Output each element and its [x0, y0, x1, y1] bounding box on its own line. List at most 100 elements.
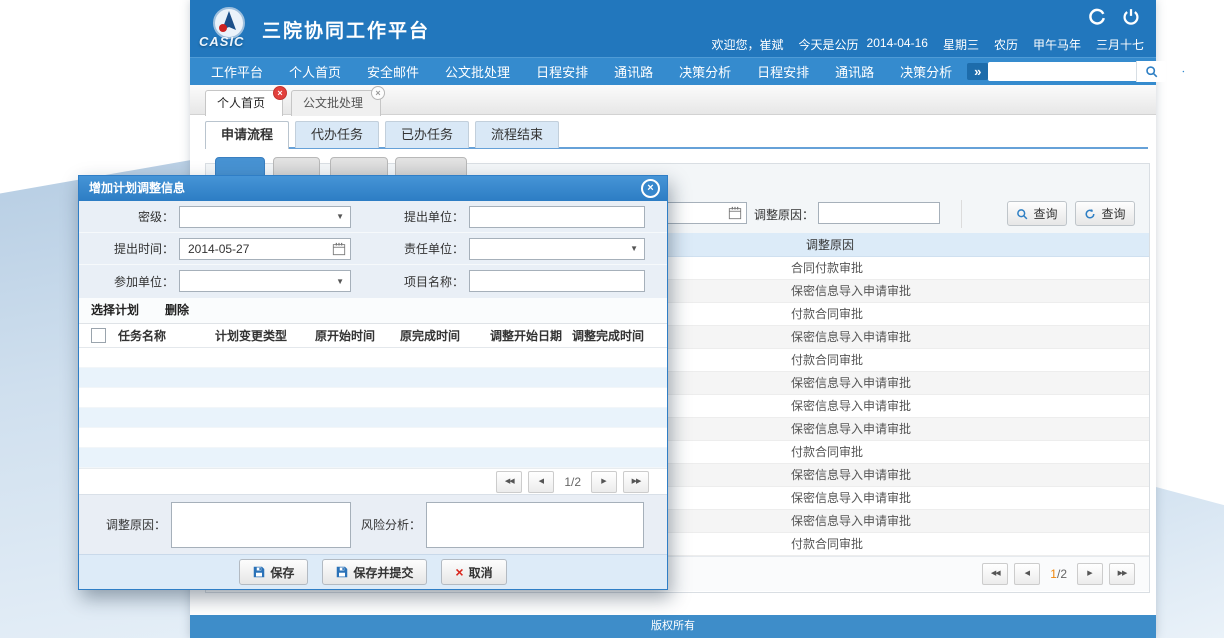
first-page-button[interactable]: ◀◀ — [496, 471, 522, 493]
adjust-reason-textarea[interactable] — [171, 502, 351, 548]
nav-item[interactable]: 日程安排 — [744, 62, 822, 81]
nav-item[interactable]: 决策分析 — [887, 62, 965, 81]
dialog-title: 增加计划调整信息 — [89, 176, 185, 201]
calendar-icon[interactable] — [332, 242, 346, 256]
chevron-down-icon: ▼ — [336, 277, 350, 286]
lunar-label: 农历 — [994, 36, 1018, 53]
refresh-icon[interactable] — [1088, 8, 1106, 26]
nav-item[interactable]: 公文批处理 — [432, 62, 523, 81]
search-button[interactable] — [1136, 61, 1166, 82]
app-title: 三院协同工作平台 — [262, 16, 430, 43]
page: CASIC 三院协同工作平台 欢迎您，崔斌 今天是公历 2014-04-16 星… — [0, 0, 1224, 638]
chevron-down-icon: ▼ — [336, 212, 350, 221]
plan-column-header: 计划变更类型 — [215, 327, 315, 344]
save-button[interactable]: 保存 — [239, 559, 308, 585]
nav-search — [988, 61, 1166, 82]
calendar-icon[interactable] — [728, 206, 742, 220]
nav-more-button[interactable]: » — [967, 63, 988, 80]
risk-analysis-textarea[interactable] — [426, 502, 644, 548]
plan-empty-row — [79, 408, 667, 428]
last-page-button[interactable]: ▶▶ — [1109, 563, 1135, 585]
nav-item[interactable]: 个人首页 — [276, 62, 354, 81]
gregorian-date: 今天是公历 2014-04-16 — [799, 36, 928, 53]
delete-link[interactable]: 删除 — [165, 298, 189, 323]
project-name-input[interactable] — [469, 270, 645, 292]
select-plan-link[interactable]: 选择计划 — [91, 298, 139, 323]
plan-empty-row — [79, 348, 667, 368]
floppy-save-icon — [336, 566, 348, 578]
join-unit-select[interactable]: ▼ — [179, 270, 351, 292]
risk-analysis-label: 风险分析： — [351, 516, 426, 533]
query-button[interactable]: 查询 — [1007, 201, 1067, 226]
page-indicator: 1/2 — [564, 475, 581, 489]
plan-empty-row — [79, 368, 667, 388]
security-level-select[interactable]: ▼ — [179, 206, 351, 228]
cancel-button[interactable]: × 取消 — [441, 559, 506, 585]
window-tab[interactable]: 个人首页 × — [205, 90, 283, 116]
nav-item[interactable]: 日程安排 — [523, 62, 601, 81]
window-tabs: 个人首页 × 公文批处理 × — [205, 90, 381, 116]
casic-logo: CASIC — [199, 6, 257, 52]
plan-table-header: 任务名称计划变更类型原开始时间原完成时间调整开始日期调整完成时间 — [79, 324, 667, 348]
dialog-bottom-form: 调整原因： 风险分析： — [79, 494, 667, 554]
prev-page-button[interactable]: ◀ — [1014, 563, 1040, 585]
dialog-header[interactable]: 增加计划调整信息 × — [79, 176, 667, 201]
window-tab[interactable]: 公文批处理 × — [291, 90, 381, 116]
power-icon[interactable] — [1122, 8, 1140, 26]
main-nav: 工作平台个人首页安全邮件公文批处理日程安排通讯路决策分析日程安排通讯路决策分析 … — [190, 57, 1156, 85]
adjust-reason-label: 调整原因： — [79, 516, 171, 533]
plan-table-section: 选择计划 删除 任务名称计划变更类型原开始时间原完成时间调整开始日期调整完成时间… — [79, 298, 667, 494]
process-tab[interactable]: 代办任务 — [295, 121, 379, 148]
close-tab-icon[interactable]: × — [273, 86, 287, 100]
last-page-button[interactable]: ▶▶ — [623, 471, 649, 493]
reset-query-button[interactable]: 查询 — [1075, 201, 1135, 226]
search-input[interactable] — [988, 62, 1136, 81]
add-plan-adjustment-dialog: 增加计划调整信息 × 密级： ▼ 提出单位： 提出时间： 2014-05-27 — [78, 175, 668, 590]
process-tab[interactable]: 申请流程 — [205, 121, 289, 149]
plan-column-header: 调整完成时间 — [572, 327, 662, 344]
project-name-label: 项目名称： — [377, 273, 469, 290]
nav-item[interactable]: 通讯路 — [601, 62, 666, 81]
propose-unit-label: 提出单位： — [377, 208, 469, 225]
nav-item[interactable]: 通讯路 — [822, 62, 887, 81]
filter-reason-input[interactable] — [818, 202, 940, 224]
plan-empty-row — [79, 448, 667, 468]
page-indicator: 1/2 — [1050, 567, 1067, 581]
join-unit-label: 参加单位： — [79, 273, 179, 290]
filter-reason-label: 调整原因： — [754, 206, 814, 223]
propose-time-date-input[interactable]: 2014-05-27 — [179, 238, 351, 260]
select-all-checkbox[interactable] — [91, 328, 106, 343]
next-page-button[interactable]: ▶ — [1077, 563, 1103, 585]
propose-unit-input[interactable] — [469, 206, 645, 228]
nav-item[interactable]: 安全邮件 — [354, 62, 432, 81]
prev-page-button[interactable]: ◀ — [528, 471, 554, 493]
process-tab[interactable]: 已办任务 — [385, 121, 469, 148]
header-info-bar: 欢迎您，崔斌 今天是公历 2014-04-16 星期三 农历 甲午马年 三月十七 — [712, 36, 1144, 53]
dialog-form: 密级： ▼ 提出单位： 提出时间： 2014-05-27 — [79, 201, 667, 298]
logo-brand-text: CASIC — [199, 34, 244, 49]
next-page-button[interactable]: ▶ — [591, 471, 617, 493]
nav-items: 工作平台个人首页安全邮件公文批处理日程安排通讯路决策分析日程安排通讯路决策分析 — [198, 62, 965, 81]
app-header: CASIC 三院协同工作平台 欢迎您，崔斌 今天是公历 2014-04-16 星… — [190, 0, 1156, 57]
plan-column-header: 任务名称 — [118, 327, 215, 344]
process-tabs: 申请流程代办任务已办任务流程结束 — [205, 121, 559, 149]
nav-item[interactable]: 决策分析 — [666, 62, 744, 81]
save-and-submit-button[interactable]: 保存并提交 — [322, 559, 427, 585]
nav-item[interactable]: 工作平台 — [198, 62, 276, 81]
plan-pagination-bar: ◀◀ ◀ 1/2 ▶ ▶▶ — [79, 468, 667, 495]
settings-button[interactable]: 设置 — [1179, 55, 1209, 89]
header-icons — [1088, 8, 1140, 26]
plan-table-body — [79, 348, 667, 468]
search-icon — [1016, 208, 1028, 220]
first-page-button[interactable]: ◀◀ — [982, 563, 1008, 585]
close-tab-icon[interactable]: × — [371, 86, 385, 100]
chevron-down-icon: ▼ — [630, 244, 644, 253]
floppy-save-icon — [253, 566, 265, 578]
process-tab[interactable]: 流程结束 — [475, 121, 559, 148]
duty-unit-select[interactable]: ▼ — [469, 238, 645, 260]
dialog-close-icon[interactable]: × — [641, 179, 660, 198]
lunar-day: 三月十七 — [1096, 36, 1144, 53]
propose-time-label: 提出时间： — [79, 240, 179, 257]
weekday-text: 星期三 — [943, 36, 979, 53]
plan-column-header: 原完成时间 — [400, 327, 490, 344]
